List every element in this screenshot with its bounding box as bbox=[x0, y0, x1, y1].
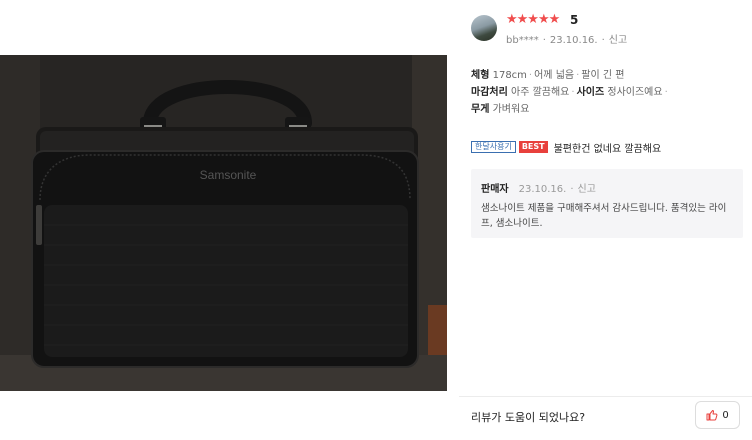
helpful-count: 0 bbox=[722, 409, 729, 421]
helpful-question: 리뷰가 도움이 되었나요? bbox=[471, 411, 586, 424]
review-photo[interactable]: Samsonite bbox=[0, 55, 447, 391]
review-meta: bb**** · 23.10.16. · 신고 bbox=[506, 35, 628, 46]
attr-line-finish: 마감처리 아주 깔끔해요 · 사이즈 정사이즈예요 · bbox=[471, 87, 668, 98]
review-detail-pane: ★★★★★ 5 bb**** · 23.10.16. · 신고 체형 178cm · 어께 … bbox=[459, 0, 752, 440]
report-link[interactable]: 신고 bbox=[609, 35, 627, 46]
seller-reply-header: 판매자 23.10.16. · 신고 bbox=[481, 184, 596, 195]
seller-reply: 판매자 23.10.16. · 신고 샘소나이트 제품을 구매해주셔서 감사드립니다.… bbox=[471, 169, 743, 238]
attr-val-shoulder: 어께 넓음 bbox=[534, 70, 575, 81]
photo-pane: Samsonite bbox=[0, 0, 455, 440]
attr-val-height: 178cm bbox=[492, 70, 527, 81]
best-badge: BEST bbox=[518, 141, 548, 153]
attr-val-arm: 팔이 긴 편 bbox=[581, 70, 625, 81]
bag-image: Samsonite bbox=[0, 55, 447, 391]
review-comment: 불편한건 없네요 깔끔해요 bbox=[553, 143, 662, 155]
attr-line-body: 체형 178cm · 어께 넓음 · 팔이 긴 편 bbox=[471, 70, 625, 81]
seller-reply-message: 샘소나이트 제품을 구매해주셔서 감사드립니다. 품격있는 라이프, 샘소나이트… bbox=[481, 203, 727, 229]
month-use-badge: 한달사용기 bbox=[471, 141, 516, 153]
review-date: 23.10.16. bbox=[549, 35, 598, 46]
brand-logo-text: Samsonite bbox=[200, 168, 257, 182]
seller-report-link[interactable]: 신고 bbox=[578, 184, 596, 195]
reviewer-name: bb**** bbox=[506, 35, 539, 46]
seller-reply-date: 23.10.16. bbox=[518, 184, 567, 195]
attr-key-weight: 무게 bbox=[471, 104, 490, 115]
attr-line-weight: 무게 가벼워요 bbox=[471, 101, 746, 118]
attr-key-body: 체형 bbox=[471, 70, 490, 81]
thumbs-up-icon bbox=[706, 409, 718, 421]
attr-val-size: 정사이즈예요 bbox=[607, 87, 663, 98]
avatar bbox=[471, 15, 497, 41]
helpful-button[interactable]: 0 bbox=[695, 401, 740, 429]
rating-value: 5 bbox=[570, 13, 579, 27]
attr-key-size: 사이즈 bbox=[576, 87, 605, 98]
attr-key-finish: 마감처리 bbox=[471, 87, 508, 98]
seller-label: 판매자 bbox=[481, 184, 509, 195]
rating-stars: ★★★★★ bbox=[506, 12, 560, 27]
footer-divider bbox=[459, 396, 752, 397]
attr-val-weight: 가벼워요 bbox=[492, 104, 530, 115]
review-tags: 한달사용기 BEST 불편한건 없네요 깔끔해요 bbox=[471, 139, 661, 155]
attr-val-finish: 아주 깔끔해요 bbox=[511, 87, 570, 98]
review-attributes: 체형 178cm · 어께 넓음 · 팔이 긴 편 마감처리 아주 깔끔해요 · 사이즈 정… bbox=[471, 67, 746, 118]
